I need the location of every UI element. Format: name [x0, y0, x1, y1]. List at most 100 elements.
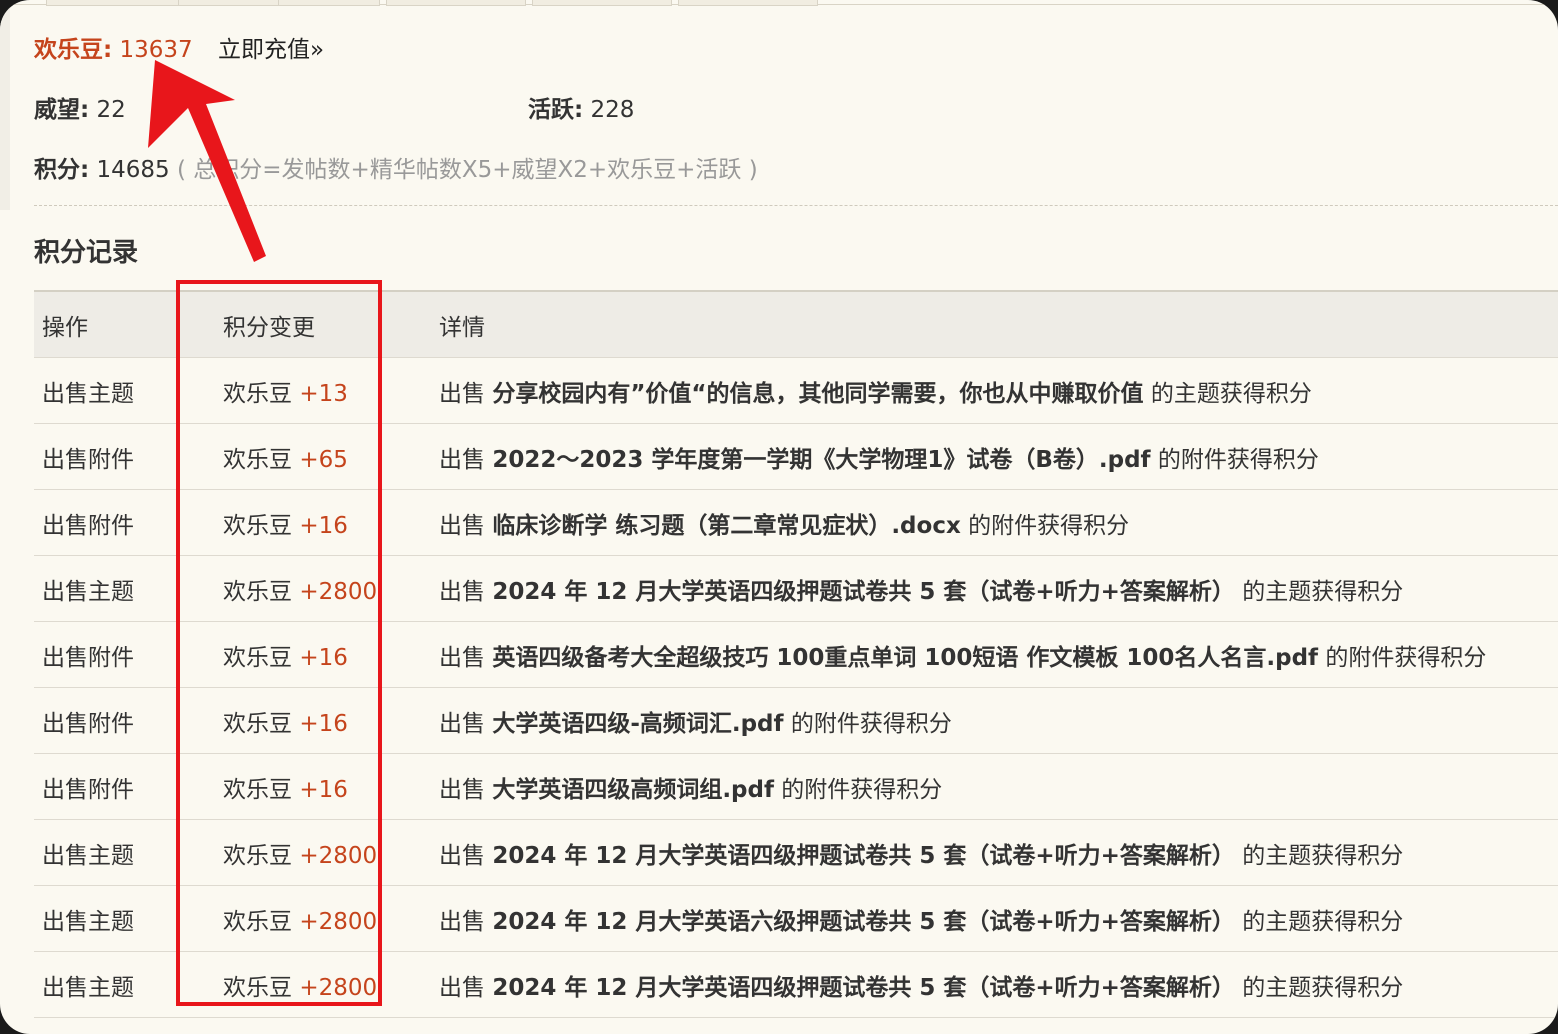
detail-prefix: 出售 — [439, 578, 485, 605]
change-amount: +2800 — [299, 842, 378, 869]
table-row: 出售附件 欢乐豆 +65 出售 2022～2023 学年度第一学期《大学物理1》试卷… — [34, 423, 1558, 490]
detail-suffix: 的主题获得积分 — [1242, 908, 1404, 935]
row-detail: 出售 大学英语四级-高频词汇.pdf 的附件获得积分 — [431, 687, 1558, 754]
change-unit: 欢乐豆 — [223, 380, 292, 407]
detail-subject-link[interactable]: 2022～2023 学年度第一学期《大学物理1》试卷（B卷）.pdf — [492, 447, 1150, 473]
row-action: 出售附件 — [34, 687, 187, 754]
recharge-link[interactable]: 立即充值» — [218, 37, 324, 63]
points-value: 14685 — [96, 157, 170, 183]
detail-subject-link[interactable]: 大学英语四级-高频词汇.pdf — [492, 711, 783, 737]
change-amount: +16 — [299, 710, 348, 737]
row-action: 出售附件 — [34, 753, 187, 820]
table-row: 出售主题 欢乐豆 +2800 出售 2024 年 12 月大学英语四级押题试卷共 5… — [34, 951, 1558, 1018]
top-tabs — [0, 0, 1558, 6]
dashed-divider — [34, 205, 1558, 206]
points-label: 积分: — [34, 157, 90, 183]
activity-value: 228 — [590, 97, 635, 123]
detail-subject-link[interactable]: 英语四级备考大全超级技巧 100重点单词 100短语 作文模板 100名人名言.… — [492, 645, 1318, 671]
detail-prefix: 出售 — [439, 842, 485, 869]
table-row: 出售附件 欢乐豆 +16 出售 临床诊断学 练习题（第二章常见症状）.docx 的附… — [34, 489, 1558, 556]
tab[interactable] — [46, 0, 180, 6]
tab[interactable] — [678, 0, 818, 6]
row-detail: 出售 2024 年 12 月大学英语四级押题试卷共 5 套（试卷+听力+答案解析… — [431, 951, 1558, 1018]
table-row: 出售主题 欢乐豆 +13 出售 分享校园内有”价值“的信息，其他同学需要，你也从中赚… — [34, 357, 1558, 424]
header-action: 操作 — [34, 290, 187, 358]
detail-subject-link[interactable]: 分享校园内有”价值“的信息，其他同学需要，你也从中赚取价值 — [492, 381, 1143, 407]
prestige-value: 22 — [96, 97, 126, 123]
table-row: 出售主题 欢乐豆 +2800 出售 2024 年 12 月大学英语六级押题试卷共 5… — [34, 885, 1558, 952]
row-action: 出售主题 — [34, 357, 187, 424]
row-change: 欢乐豆 +16 — [187, 489, 431, 556]
points-log-table: 操作 积分变更 详情 出售主题 欢乐豆 +13 出售 分享校园内有”价值“的信息，其… — [34, 290, 1558, 1018]
detail-suffix: 的主题获得积分 — [1242, 578, 1404, 605]
header-change: 积分变更 — [187, 290, 431, 358]
change-unit: 欢乐豆 — [223, 446, 292, 473]
row-detail: 出售 临床诊断学 练习题（第二章常见症状）.docx 的附件获得积分 — [431, 489, 1558, 556]
detail-suffix: 的附件获得积分 — [1157, 446, 1319, 473]
detail-prefix: 出售 — [439, 644, 485, 671]
change-unit: 欢乐豆 — [223, 578, 292, 605]
tab[interactable] — [532, 0, 672, 6]
change-amount: +16 — [299, 512, 348, 539]
detail-subject-link[interactable]: 临床诊断学 练习题（第二章常见症状）.docx — [492, 513, 960, 539]
row-action: 出售主题 — [34, 951, 187, 1018]
credit-label: 欢乐豆: — [34, 37, 113, 63]
detail-prefix: 出售 — [439, 974, 485, 1001]
change-amount: +16 — [299, 776, 348, 803]
row-change: 欢乐豆 +2800 — [187, 885, 431, 952]
row-action: 出售附件 — [34, 621, 187, 688]
row-action: 出售主题 — [34, 885, 187, 952]
detail-prefix: 出售 — [439, 380, 485, 407]
row-change: 欢乐豆 +2800 — [187, 819, 431, 886]
prestige-row: 威望: 22 — [34, 90, 126, 124]
detail-suffix: 的附件获得积分 — [968, 512, 1130, 539]
detail-subject-link[interactable]: 2024 年 12 月大学英语六级押题试卷共 5 套（试卷+听力+答案解析） — [492, 909, 1235, 935]
table-row: 出售附件 欢乐豆 +16 出售 大学英语四级-高频词汇.pdf 的附件获得积分 — [34, 687, 1558, 754]
detail-prefix: 出售 — [439, 908, 485, 935]
change-unit: 欢乐豆 — [223, 842, 292, 869]
detail-suffix: 的附件获得积分 — [790, 710, 952, 737]
side-shade — [0, 0, 10, 210]
prestige-label: 威望: — [34, 97, 90, 123]
change-unit: 欢乐豆 — [223, 776, 292, 803]
row-detail: 出售 大学英语四级高频词组.pdf 的附件获得积分 — [431, 753, 1558, 820]
detail-suffix: 的主题获得积分 — [1242, 842, 1404, 869]
header-detail: 详情 — [431, 290, 1558, 358]
points-row: 积分: 14685 ( 总积分=发帖数+精华帖数X5+威望X2+欢乐豆+活跃 ) — [34, 150, 758, 184]
table-row: 出售附件 欢乐豆 +16 出售 英语四级备考大全超级技巧 100重点单词 100短语… — [34, 621, 1558, 688]
row-change: 欢乐豆 +2800 — [187, 555, 431, 622]
tab[interactable] — [178, 0, 280, 6]
detail-prefix: 出售 — [439, 710, 485, 737]
tab[interactable] — [278, 0, 380, 6]
row-change: 欢乐豆 +65 — [187, 423, 431, 490]
row-change: 欢乐豆 +2800 — [187, 951, 431, 1018]
row-detail: 出售 2022～2023 学年度第一学期《大学物理1》试卷（B卷）.pdf 的附… — [431, 423, 1558, 490]
change-amount: +13 — [299, 380, 348, 407]
detail-subject-link[interactable]: 2024 年 12 月大学英语四级押题试卷共 5 套（试卷+听力+答案解析） — [492, 975, 1235, 1001]
change-amount: +2800 — [299, 578, 378, 605]
tab[interactable] — [386, 0, 526, 6]
change-unit: 欢乐豆 — [223, 644, 292, 671]
table-row: 出售主题 欢乐豆 +2800 出售 2024 年 12 月大学英语四级押题试卷共 5… — [34, 819, 1558, 886]
detail-prefix: 出售 — [439, 776, 485, 803]
row-change: 欢乐豆 +16 — [187, 753, 431, 820]
detail-suffix: 的附件获得积分 — [1325, 644, 1487, 671]
change-amount: +16 — [299, 644, 348, 671]
row-change: 欢乐豆 +13 — [187, 357, 431, 424]
detail-suffix: 的主题获得积分 — [1242, 974, 1404, 1001]
page-frame: 欢乐豆: 13637 立即充值» 威望: 22 活跃: 228 积分: 1468… — [0, 0, 1558, 1034]
row-action: 出售主题 — [34, 819, 187, 886]
detail-subject-link[interactable]: 大学英语四级高频词组.pdf — [492, 777, 774, 803]
row-detail: 出售 2024 年 12 月大学英语四级押题试卷共 5 套（试卷+听力+答案解析… — [431, 555, 1558, 622]
change-unit: 欢乐豆 — [223, 974, 292, 1001]
table-header-row: 操作 积分变更 详情 — [34, 290, 1558, 358]
row-detail: 出售 分享校园内有”价值“的信息，其他同学需要，你也从中赚取价值 的主题获得积分 — [431, 357, 1558, 424]
points-formula: ( 总积分=发帖数+精华帖数X5+威望X2+欢乐豆+活跃 ) — [177, 157, 758, 183]
detail-subject-link[interactable]: 2024 年 12 月大学英语四级押题试卷共 5 套（试卷+听力+答案解析） — [492, 843, 1235, 869]
row-action: 出售附件 — [34, 489, 187, 556]
credit-value: 13637 — [119, 37, 193, 63]
detail-subject-link[interactable]: 2024 年 12 月大学英语四级押题试卷共 5 套（试卷+听力+答案解析） — [492, 579, 1235, 605]
row-action: 出售附件 — [34, 423, 187, 490]
change-amount: +2800 — [299, 908, 378, 935]
row-detail: 出售 2024 年 12 月大学英语四级押题试卷共 5 套（试卷+听力+答案解析… — [431, 819, 1558, 886]
